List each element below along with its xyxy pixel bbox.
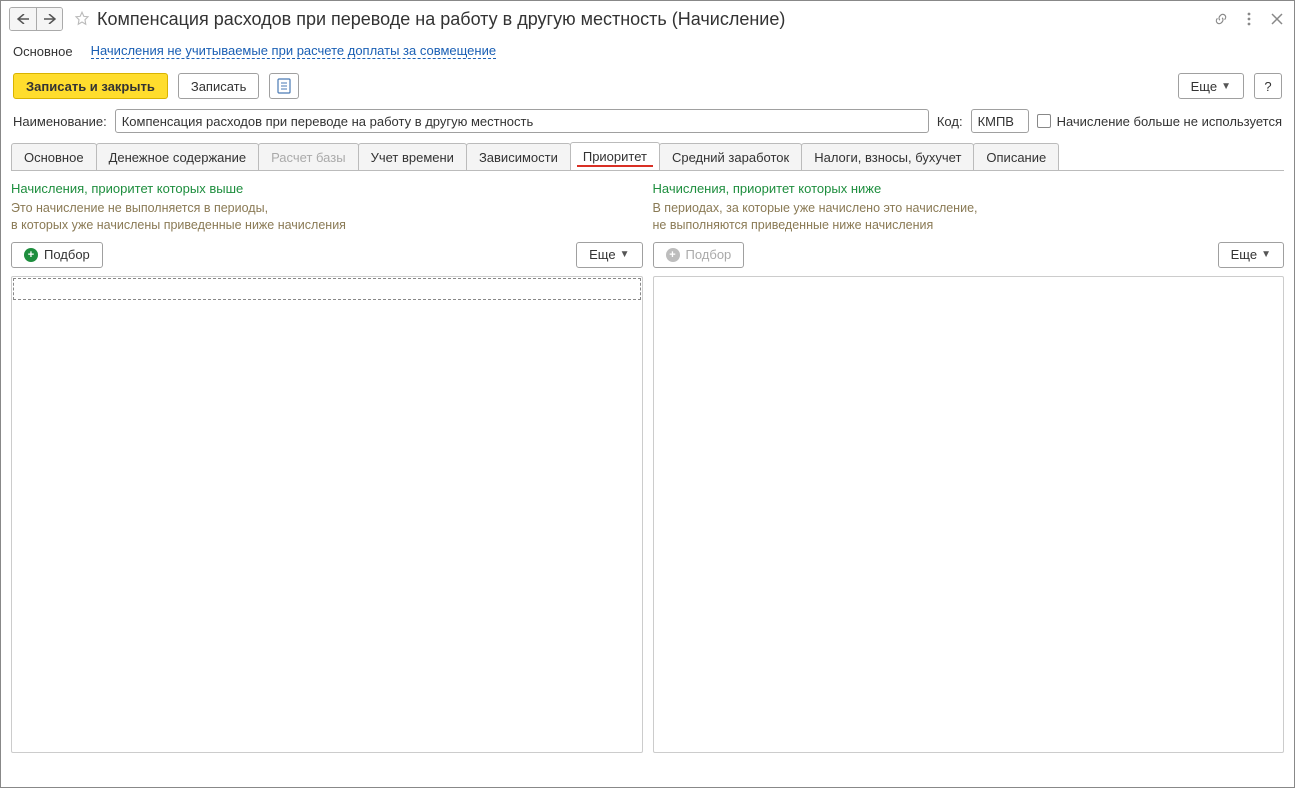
close-icon[interactable] <box>1268 10 1286 28</box>
arrow-left-icon <box>17 14 29 24</box>
higher-more-button[interactable]: Еще▼ <box>576 242 642 268</box>
plus-icon: + <box>666 248 680 262</box>
favorite-star-icon[interactable] <box>73 10 91 28</box>
name-label: Наименование: <box>13 114 107 129</box>
nav-forward-button[interactable] <box>36 8 62 30</box>
no-longer-used-label: Начисление больше не используется <box>1057 114 1282 129</box>
tab-avg[interactable]: Средний заработок <box>659 143 802 170</box>
help-label: ? <box>1264 79 1271 94</box>
tab-pay[interactable]: Денежное содержание <box>96 143 259 170</box>
higher-pick-button[interactable]: + Подбор <box>11 242 103 268</box>
tab-tax[interactable]: Налоги, взносы, бухучет <box>801 143 974 170</box>
save-and-close-label: Записать и закрыть <box>26 79 155 94</box>
lower-pick-button: + Подбор <box>653 242 745 268</box>
tab-base: Расчет базы <box>258 143 359 170</box>
help-button[interactable]: ? <box>1254 73 1282 99</box>
list-icon <box>277 78 291 94</box>
lower-pick-label: Подбор <box>686 247 732 262</box>
tab-main[interactable]: Основное <box>11 143 97 170</box>
more-label: Еще <box>1191 79 1217 94</box>
lower-grid[interactable] <box>653 276 1285 753</box>
tab-desc[interactable]: Описание <box>973 143 1059 170</box>
table-row[interactable] <box>13 278 641 300</box>
caret-down-icon: ▼ <box>620 249 630 260</box>
lower-priority-pane: Начисления, приоритет которых ниже В пер… <box>653 181 1285 753</box>
higher-grid[interactable] <box>11 276 643 753</box>
section-link-extra[interactable]: Начисления не учитываемые при расчете до… <box>91 43 497 59</box>
arrow-right-icon <box>44 14 56 24</box>
save-label: Записать <box>191 79 247 94</box>
tab-deps[interactable]: Зависимости <box>466 143 571 170</box>
tab-priority[interactable]: Приоритет <box>570 142 660 170</box>
no-longer-used-checkbox[interactable] <box>1037 114 1051 128</box>
lower-desc: В периодах, за которые уже начислено это… <box>653 200 1285 234</box>
higher-priority-pane: Начисления, приоритет которых выше Это н… <box>11 181 643 753</box>
lower-more-button[interactable]: Еще▼ <box>1218 242 1284 268</box>
tab-time[interactable]: Учет времени <box>358 143 467 170</box>
section-current: Основное <box>13 44 73 59</box>
caret-down-icon: ▼ <box>1221 81 1231 92</box>
more-button[interactable]: Еще ▼ <box>1178 73 1244 99</box>
plus-icon: + <box>24 248 38 262</box>
caret-down-icon: ▼ <box>1261 249 1271 260</box>
higher-pick-label: Подбор <box>44 247 90 262</box>
save-and-close-button[interactable]: Записать и закрыть <box>13 73 168 99</box>
nav-back-button[interactable] <box>10 8 36 30</box>
code-label: Код: <box>937 114 963 129</box>
window-title: Компенсация расходов при переводе на раб… <box>97 9 785 30</box>
name-field[interactable] <box>115 109 929 133</box>
higher-title: Начисления, приоритет которых выше <box>11 181 643 196</box>
lower-title: Начисления, приоритет которых ниже <box>653 181 1285 196</box>
code-field[interactable] <box>971 109 1029 133</box>
report-button[interactable] <box>269 73 299 99</box>
higher-desc: Это начисление не выполняется в периоды,… <box>11 200 643 234</box>
kebab-menu-icon[interactable] <box>1240 10 1258 28</box>
save-button[interactable]: Записать <box>178 73 260 99</box>
link-icon[interactable] <box>1212 10 1230 28</box>
